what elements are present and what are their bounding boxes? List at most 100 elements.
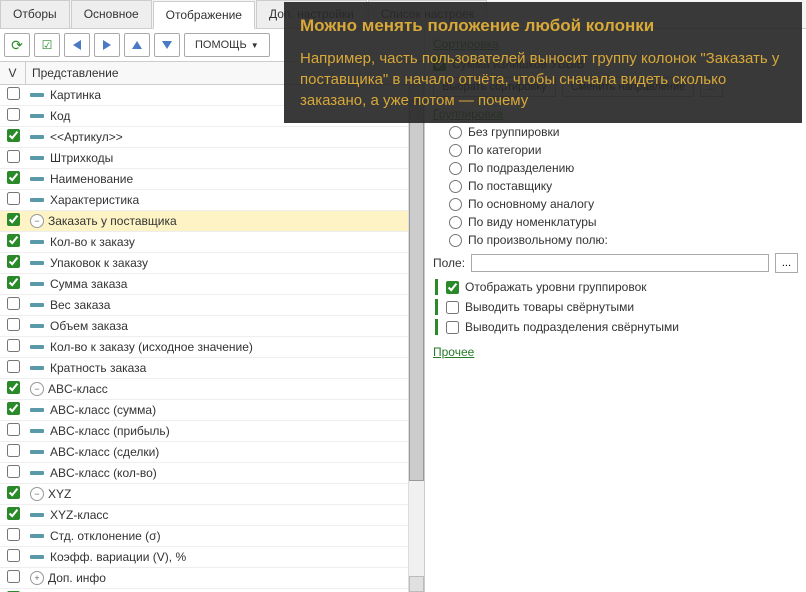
row-checkbox[interactable] [7, 255, 20, 268]
tree-row[interactable]: Наименование [0, 169, 408, 190]
tree-row[interactable]: Кол-во к заказу (исходное значение) [0, 337, 408, 358]
group-radio[interactable] [449, 180, 462, 193]
row-checkbox[interactable] [7, 171, 20, 184]
check-all-button[interactable]: ☑ [34, 33, 60, 57]
row-checkbox[interactable] [7, 339, 20, 352]
tree-row[interactable]: −Заказать у поставщика [0, 211, 408, 232]
tree-row[interactable]: Штрихкоды [0, 148, 408, 169]
group-field-more-button[interactable]: ... [775, 253, 798, 273]
tab-0[interactable]: Отборы [0, 0, 70, 28]
row-checkbox[interactable] [7, 549, 20, 562]
row-checkbox[interactable] [7, 570, 20, 583]
help-button[interactable]: ПОМОЩЬ ▼ [184, 33, 270, 57]
tree-row[interactable]: Вес заказа [0, 295, 408, 316]
tab-2[interactable]: Отображение [153, 1, 255, 29]
tree-row[interactable]: + Доп. инфо [0, 568, 408, 589]
row-checkbox[interactable] [7, 297, 20, 310]
row-checkbox[interactable] [7, 486, 20, 499]
row-checkbox[interactable] [7, 108, 20, 121]
row-checkbox[interactable] [7, 318, 20, 331]
group-radio-row[interactable]: По категории [449, 143, 798, 157]
tree-row[interactable]: Объем заказа [0, 316, 408, 337]
group-check-row[interactable]: Отображать уровни группировок [433, 279, 798, 295]
collapse-icon[interactable]: − [30, 487, 44, 501]
group-radio-row[interactable]: По виду номенклатуры [449, 215, 798, 229]
row-checkbox[interactable] [7, 528, 20, 541]
row-checkbox[interactable] [7, 276, 20, 289]
tree-row[interactable]: −XYZ [0, 484, 408, 505]
row-checkbox[interactable] [7, 444, 20, 457]
tree-row[interactable]: Стд. отклонение (σ) [0, 526, 408, 547]
row-checkbox[interactable] [7, 87, 20, 100]
row-checkbox[interactable] [7, 423, 20, 436]
row-label: Упаковок к заказу [50, 256, 148, 270]
row-checkbox[interactable] [7, 381, 20, 394]
row-checkbox[interactable] [7, 192, 20, 205]
header-check-col: V [0, 62, 26, 84]
field-icon [30, 261, 44, 265]
group-check-row[interactable]: Выводить подразделения свёрнутыми [433, 319, 798, 335]
tree-row[interactable]: Кратность заказа [0, 358, 408, 379]
group-radio-row[interactable]: По произвольному полю: [449, 233, 798, 247]
group-radio[interactable] [449, 126, 462, 139]
tree-row[interactable]: Характеристика [0, 190, 408, 211]
row-label: Кол-во к заказу (исходное значение) [50, 340, 253, 354]
tree-row[interactable]: Сумма заказа [0, 274, 408, 295]
move-up-button[interactable] [124, 33, 150, 57]
group-radio-row[interactable]: По поставщику [449, 179, 798, 193]
group-radio[interactable] [449, 216, 462, 229]
tree-row[interactable]: ABC-класс (прибыль) [0, 421, 408, 442]
tree-row[interactable]: ABC-класс (сделки) [0, 442, 408, 463]
row-checkbox[interactable] [7, 402, 20, 415]
row-checkbox[interactable] [7, 360, 20, 373]
tree-row[interactable]: <<Артикул>> [0, 127, 408, 148]
row-checkbox[interactable] [7, 507, 20, 520]
move-down-button[interactable] [154, 33, 180, 57]
overlay-title: Можно менять положение любой колонки [300, 14, 786, 38]
group-radio[interactable] [449, 144, 462, 157]
group-radio[interactable] [449, 162, 462, 175]
other-link[interactable]: Прочее [433, 345, 474, 359]
group-radio-row[interactable]: Без группировки [449, 125, 798, 139]
collapse-icon[interactable]: − [30, 214, 44, 228]
tree-row[interactable]: Кол-во к заказу [0, 232, 408, 253]
group-check-row[interactable]: Выводить товары свёрнутыми [433, 299, 798, 315]
group-radio[interactable] [449, 234, 462, 247]
group-radio-label: По категории [468, 143, 541, 157]
move-right-button[interactable] [94, 33, 120, 57]
group-radio-row[interactable]: По основному аналогу [449, 197, 798, 211]
collapse-icon[interactable]: − [30, 382, 44, 396]
tree-row[interactable]: Упаковок к заказу [0, 253, 408, 274]
group-radio-row[interactable]: По подразделению [449, 161, 798, 175]
move-left-button[interactable] [64, 33, 90, 57]
row-label: Заказать у поставщика [48, 214, 177, 228]
row-checkbox[interactable] [7, 213, 20, 226]
scroll-down-button[interactable] [409, 576, 424, 592]
group-check[interactable] [446, 281, 459, 294]
tree-row[interactable]: −ABC-класс [0, 379, 408, 400]
tab-1[interactable]: Основное [71, 0, 152, 28]
group-field-input[interactable] [471, 254, 769, 272]
row-label: ABC-класс (сумма) [50, 403, 156, 417]
row-checkbox[interactable] [7, 234, 20, 247]
columns-tree[interactable]: КартинкаКод<<Артикул>>ШтрихкодыНаименова… [0, 85, 408, 592]
refresh-button[interactable]: ⟳ [4, 33, 30, 57]
tree-row[interactable]: ABC-класс (сумма) [0, 400, 408, 421]
check-icon: ☑ [42, 38, 53, 52]
scroll-thumb[interactable] [409, 101, 424, 481]
row-label: Стд. отклонение (σ) [50, 529, 161, 543]
row-checkbox[interactable] [7, 129, 20, 142]
group-check[interactable] [446, 301, 459, 314]
row-label: Доп. инфо [48, 571, 106, 585]
field-icon [30, 429, 44, 433]
tree-row[interactable]: ABC-класс (кол-во) [0, 463, 408, 484]
tree-row[interactable]: XYZ-класс [0, 505, 408, 526]
group-radio[interactable] [449, 198, 462, 211]
tree-row[interactable]: Коэфф. вариации (V), % [0, 547, 408, 568]
expand-icon[interactable]: + [30, 571, 44, 585]
row-checkbox[interactable] [7, 150, 20, 163]
group-check[interactable] [446, 321, 459, 334]
scrollbar[interactable] [408, 85, 424, 592]
row-checkbox[interactable] [7, 465, 20, 478]
group-field-label: Поле: [433, 256, 465, 270]
